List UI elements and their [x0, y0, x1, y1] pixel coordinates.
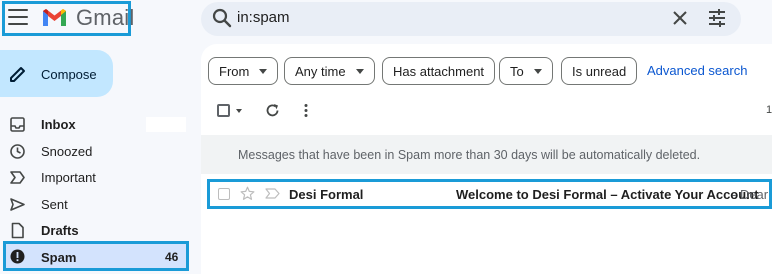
- chevron-down-icon: [533, 68, 542, 74]
- sidebar-item-spam[interactable]: [3, 241, 189, 271]
- spam-count-badge: 46: [165, 250, 179, 264]
- clock-icon: [10, 144, 25, 159]
- chip-label: From: [219, 63, 250, 79]
- filter-chip-has-attachment[interactable]: Has attachment: [382, 57, 496, 85]
- pencil-icon: [10, 67, 25, 82]
- compose-label: Compose: [41, 67, 97, 82]
- important-marker-icon[interactable]: [265, 188, 280, 199]
- email-sender: Desi Formal: [289, 187, 364, 202]
- spam-icon: [10, 249, 25, 264]
- page-indicator: 1: [766, 104, 772, 116]
- sidebar-item-inbox[interactable]: [0, 111, 188, 137]
- send-icon: [10, 198, 25, 211]
- advanced-search-link[interactable]: Advanced search: [647, 63, 747, 78]
- search-input[interactable]: in:spam: [237, 9, 290, 26]
- sidebar-item-snoozed[interactable]: [0, 138, 188, 164]
- chevron-down-icon: [355, 68, 364, 74]
- sidebar-item-label: Inbox: [41, 117, 76, 132]
- sidebar-item-label: Drafts: [41, 223, 79, 238]
- sidebar-item-label: Spam: [41, 250, 77, 265]
- row-checkbox[interactable]: [218, 188, 230, 200]
- filter-chip-to[interactable]: To: [499, 57, 553, 85]
- filter-chip-is-unread[interactable]: Is unread: [561, 57, 638, 85]
- sidebar-item-label: Sent: [41, 197, 68, 212]
- filter-chip-from[interactable]: From: [208, 57, 279, 85]
- banner-text: Messages that have been in Spam more tha…: [238, 148, 701, 162]
- filter-chip-any-time[interactable]: Any time: [284, 57, 375, 85]
- chip-label: Any time: [295, 63, 346, 79]
- sidebar-item-drafts[interactable]: [0, 217, 188, 243]
- star-icon[interactable]: [240, 186, 255, 201]
- app-name: Gmail: [76, 5, 135, 30]
- chevron-down-icon[interactable]: [236, 109, 242, 113]
- draft-icon: [11, 222, 24, 239]
- hamburger-menu-icon[interactable]: [8, 9, 28, 25]
- email-subject: Welcome to Desi Formal – Activate Your A…: [456, 187, 759, 202]
- important-icon: [10, 171, 25, 184]
- sidebar-item-label: Important: [41, 170, 96, 185]
- chip-label: To: [510, 63, 524, 79]
- gmail-logo-icon[interactable]: [41, 6, 68, 28]
- tune-icon[interactable]: [706, 7, 728, 29]
- select-all-checkbox[interactable]: [217, 104, 230, 117]
- more-vert-icon[interactable]: [302, 103, 310, 118]
- chevron-down-icon: [259, 68, 268, 74]
- search-icon[interactable]: [211, 7, 233, 29]
- sidebar-item-label: Snoozed: [41, 144, 93, 159]
- chip-label: Is unread: [572, 63, 627, 79]
- refresh-icon[interactable]: [265, 103, 280, 118]
- chip-label: Has attachment: [393, 63, 485, 79]
- email-snippet: - Dear: [732, 187, 769, 202]
- inbox-icon: [10, 117, 25, 132]
- sidebar-item-sent[interactable]: [0, 191, 188, 217]
- close-icon[interactable]: [670, 8, 690, 28]
